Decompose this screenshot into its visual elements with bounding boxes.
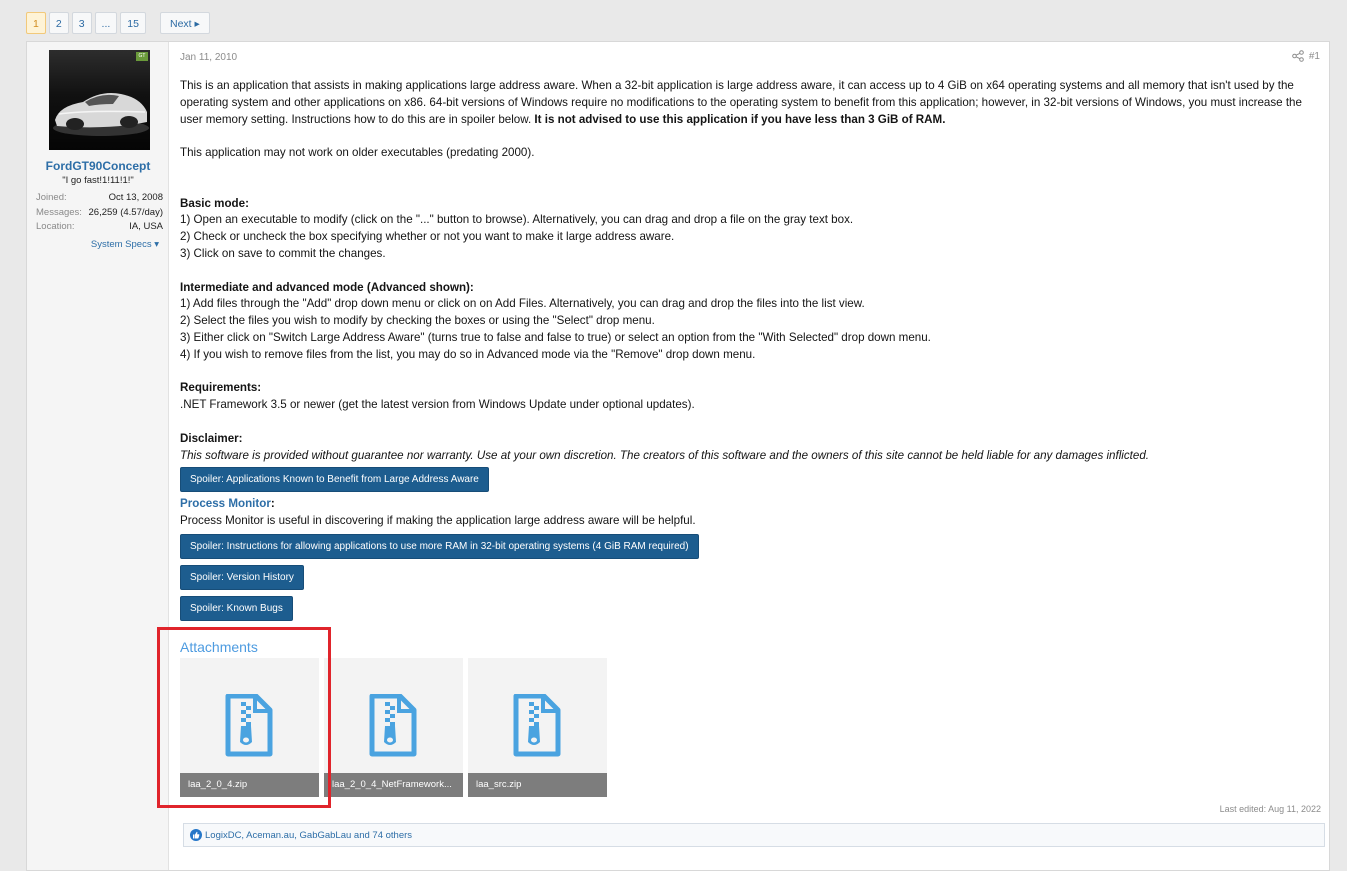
reactions-bar: LogixDC, Aceman.au, GabGabLau and 74 oth… (183, 823, 1325, 847)
page-3-link[interactable]: 3 (71, 12, 92, 34)
user-sidebar: GT FordGT90Concept "I go fast!1!11!1!" J… (27, 42, 169, 870)
basic-step: 3) Click on save to commit the changes. (180, 246, 386, 260)
page-2-link[interactable]: 2 (48, 12, 69, 34)
attachment-filename: laa_src.zip (468, 773, 607, 797)
system-specs-toggle[interactable]: System Specs ▾ (91, 239, 159, 250)
advanced-step: 4) If you wish to remove files from the … (180, 347, 756, 361)
zip-file-icon (513, 694, 561, 757)
reactions-list-link[interactable]: LogixDC, Aceman.au, GabGabLau and 74 oth… (205, 830, 412, 841)
pagination: 1 2 3 ... 15 Next ▸ (26, 12, 210, 34)
share-icon[interactable] (1292, 50, 1304, 62)
process-monitor-link[interactable]: Process Monitor (180, 497, 271, 510)
older-note: This application may not work on older e… (180, 146, 535, 160)
username-link[interactable]: FordGT90Concept (27, 159, 169, 173)
online-badge: GT (136, 52, 148, 61)
stat-location: Location: IA, USA (36, 221, 163, 232)
spoiler-known-bugs-button[interactable]: Spoiler: Known Bugs (180, 595, 293, 621)
post-date-link[interactable]: Jan 11, 2010 (180, 52, 237, 63)
process-monitor-heading: Process Monitor: (180, 497, 275, 511)
stat-joined: Joined: Oct 13, 2008 (36, 192, 163, 203)
next-page-button[interactable]: Next ▸ (159, 12, 210, 34)
basic-step: 2) Check or uncheck the box specifying w… (180, 230, 675, 244)
requirements-heading: Requirements: (180, 381, 262, 395)
spoiler-version-history-button[interactable]: Spoiler: Version History (180, 564, 304, 590)
page-1-link[interactable]: 1 (26, 12, 46, 34)
advanced-step: 3) Either click on "Switch Large Address… (180, 330, 931, 344)
basic-step: 1) Open an executable to modify (click o… (180, 213, 854, 227)
scrolled-off-content (26, 0, 186, 4)
user-stats: Joined: Oct 13, 2008 Messages: 26,259 (4.5… (36, 192, 163, 236)
highlight-box (157, 627, 331, 808)
attachment-laa-netframework-zip[interactable]: laa_2_0_4_NetFramework... (324, 658, 463, 797)
attachment-laa-src-zip[interactable]: laa_src.zip (468, 658, 607, 797)
avatar[interactable]: GT (49, 50, 150, 150)
spoiler-apps-button[interactable]: Spoiler: Applications Known to Benefit f… (180, 467, 489, 493)
post-body: This is an application that assists in m… (180, 78, 1325, 621)
spoiler-ram-button[interactable]: Spoiler: Instructions for allowing appli… (180, 533, 699, 559)
basic-heading: Basic mode: (180, 196, 249, 210)
disclaimer-heading: Disclaimer: (180, 431, 243, 445)
page-jump-ellipsis[interactable]: ... (94, 12, 118, 34)
requirements-text: .NET Framework 3.5 or newer (get the lat… (180, 398, 695, 412)
like-icon (190, 829, 202, 841)
last-edited-note: Last edited: Aug 11, 2022 (1219, 804, 1321, 814)
car-picture-icon (53, 93, 149, 136)
user-title: "I go fast!1!11!1!" (62, 175, 134, 186)
stat-messages: Messages: 26,259 (4.57/day) (36, 206, 163, 218)
intro-paragraph: This is an application that assists in m… (180, 79, 1302, 126)
disclaimer-text: This software is provided without guaran… (180, 448, 1150, 462)
post-number-link[interactable]: #1 (1309, 51, 1320, 62)
page-15-link[interactable]: 15 (120, 12, 146, 34)
advanced-step: 1) Add files through the "Add" drop down… (180, 297, 865, 311)
attachment-filename: laa_2_0_4_NetFramework... (324, 773, 463, 797)
post-main: Jan 11, 2010 #1 This is an application t… (180, 42, 1329, 870)
process-monitor-text: Process Monitor is useful in discovering… (180, 514, 696, 528)
advanced-step: 2) Select the files you wish to modify b… (180, 314, 655, 328)
advanced-heading: Intermediate and advanced mode (Advanced… (180, 280, 474, 294)
zip-file-icon (369, 694, 417, 757)
